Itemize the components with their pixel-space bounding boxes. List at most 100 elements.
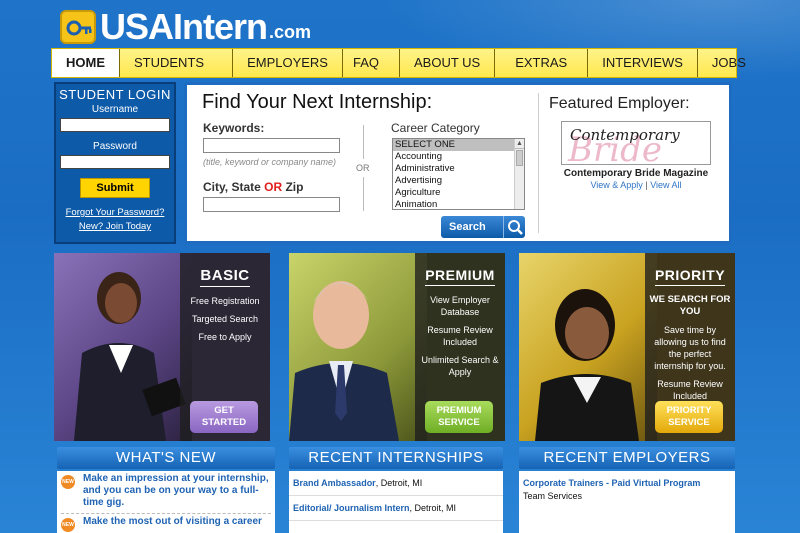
- forgot-password-link[interactable]: Forgot Your Password?: [56, 207, 174, 218]
- username-label: Username: [91, 104, 139, 115]
- new-badge-icon: NEW: [61, 518, 75, 532]
- basic-feature-3: Free to Apply: [198, 332, 252, 342]
- magnifier-icon: [503, 216, 525, 238]
- location-label: City, State OR Zip: [203, 180, 303, 194]
- key-icon: [60, 10, 96, 44]
- join-today-link[interactable]: New? Join Today: [56, 221, 174, 232]
- premium-cta-line1: PREMIUM: [436, 405, 482, 416]
- premium-plan-title: PREMIUM: [425, 267, 495, 286]
- priority-feature-2: Resume Review Included: [657, 379, 723, 401]
- internship-title[interactable]: Brand Ambassador: [293, 478, 376, 488]
- priority-service-button[interactable]: PRIORITY SERVICE: [655, 401, 723, 433]
- news-item[interactable]: NEW Make the most out of visiting a care…: [57, 516, 275, 532]
- category-scrollbar[interactable]: ▲: [514, 139, 524, 209]
- nav-extras[interactable]: EXTRAS: [495, 49, 589, 77]
- recent-internships-header: RECENT INTERNSHIPS: [289, 447, 503, 469]
- nav-students[interactable]: STUDENTS: [120, 49, 234, 77]
- whats-new-header: WHAT'S NEW: [57, 447, 275, 469]
- login-submit-button[interactable]: Submit: [80, 178, 150, 198]
- career-category-label: Career Category: [391, 121, 480, 135]
- keywords-label: Keywords:: [203, 121, 265, 135]
- get-started-line1: GET: [214, 405, 234, 416]
- featured-employer-name: Contemporary Bride Magazine: [563, 168, 709, 179]
- student-login-panel: STUDENT LOGIN Username Password Submit F…: [54, 82, 176, 244]
- view-all-link[interactable]: View All: [650, 180, 681, 190]
- or-divider-bottom: [363, 177, 364, 211]
- priority-subtitle: WE SEARCH FOR YOU: [649, 294, 731, 317]
- nav-faq[interactable]: FAQ: [343, 49, 400, 77]
- priority-cta-line1: PRIORITY: [666, 405, 712, 416]
- premium-feature-3: Unlimited Search & Apply: [421, 355, 499, 377]
- keywords-hint: (title, keyword or company name): [203, 157, 337, 167]
- nav-jobs[interactable]: JOBS: [698, 49, 760, 77]
- category-option[interactable]: Administrative: [393, 163, 514, 175]
- news-item-text: Make the most out of visiting a career: [83, 516, 262, 527]
- internship-row[interactable]: Brand Ambassador, Detroit, MI: [289, 471, 503, 496]
- premium-plan-photo: [289, 253, 427, 441]
- basic-feature-1: Free Registration: [190, 296, 260, 306]
- priority-cta-line2: SERVICE: [668, 417, 710, 428]
- basic-plan-title: BASIC: [200, 267, 250, 287]
- internship-search-panel: Find Your Next Internship: Keywords: (ti…: [184, 82, 732, 244]
- search-button-label: Search: [449, 221, 486, 233]
- category-option[interactable]: SELECT ONE: [393, 139, 514, 151]
- get-started-button[interactable]: GET STARTED: [190, 401, 258, 433]
- recent-employers-list: Corporate Trainers - Paid Virtual Progra…: [519, 471, 735, 533]
- internship-title[interactable]: Editorial/ Journalism Intern: [293, 503, 410, 513]
- main-nav: HOME STUDENTS EMPLOYERS FAQ ABOUT US EXT…: [51, 48, 746, 78]
- new-badge-icon: NEW: [61, 475, 75, 489]
- whats-new-list: NEW Make an impression at your internshi…: [57, 471, 275, 533]
- premium-service-button[interactable]: PREMIUM SERVICE: [425, 401, 493, 433]
- internship-location: , Detroit, MI: [409, 503, 457, 513]
- get-started-line2: STARTED: [201, 417, 247, 428]
- premium-cta-line2: SERVICE: [438, 417, 480, 428]
- nav-employers[interactable]: EMPLOYERS: [233, 49, 343, 77]
- username-field[interactable]: [60, 118, 170, 132]
- priority-plan-photo: [519, 253, 657, 441]
- employer-subtitle: Team Services: [523, 491, 583, 501]
- location-input[interactable]: [203, 197, 340, 212]
- category-option[interactable]: Accounting: [393, 151, 514, 163]
- view-apply-link[interactable]: View & Apply: [590, 180, 642, 190]
- password-field[interactable]: [60, 155, 170, 169]
- search-button[interactable]: Search: [441, 216, 525, 238]
- category-option[interactable]: Advertising: [393, 175, 514, 187]
- category-option[interactable]: Agriculture: [393, 187, 514, 199]
- logo-suffix: .com: [269, 21, 312, 42]
- career-category-list[interactable]: SELECT ONE Accounting Administrative Adv…: [392, 138, 525, 210]
- basic-plan-card[interactable]: BASIC Free Registration Targeted Search …: [54, 253, 270, 441]
- category-option[interactable]: Animation: [393, 199, 514, 209]
- search-title: Find Your Next Internship:: [202, 91, 433, 113]
- featured-logo-top: Contemporary: [570, 126, 680, 144]
- recent-internships-list: Brand Ambassador, Detroit, MI Editorial/…: [289, 471, 503, 533]
- news-item-text: Make an impression at your internship, a…: [83, 473, 269, 508]
- internship-row[interactable]: Editorial/ Journalism Intern, Detroit, M…: [289, 496, 503, 521]
- priority-plan-panel: PRIORITY WE SEARCH FOR YOU Save time by …: [645, 253, 735, 441]
- basic-plan-photo: [54, 253, 192, 441]
- link-separator: |: [645, 180, 648, 190]
- news-divider: [61, 513, 271, 514]
- nav-home[interactable]: HOME: [52, 49, 120, 77]
- nav-about-us[interactable]: ABOUT US: [400, 49, 496, 77]
- featured-divider: [538, 93, 539, 233]
- priority-plan-card[interactable]: PRIORITY WE SEARCH FOR YOU Save time by …: [519, 253, 735, 441]
- employer-row[interactable]: Corporate Trainers - Paid Virtual Progra…: [519, 471, 735, 503]
- basic-feature-2: Targeted Search: [191, 314, 259, 324]
- location-label-or: OR: [264, 180, 283, 194]
- keywords-input[interactable]: [203, 138, 340, 153]
- location-label-suffix: Zip: [282, 180, 304, 194]
- premium-feature-2: Resume Review Included: [427, 325, 493, 347]
- nav-interviews[interactable]: INTERVIEWS: [588, 49, 698, 77]
- logo-wordmark: USAIntern: [100, 6, 268, 47]
- site-logo[interactable]: USAIntern .com: [60, 8, 311, 46]
- priority-feature-1: Save time by allowing us to find the per…: [654, 325, 726, 371]
- scroll-thumb[interactable]: [516, 150, 523, 166]
- recent-employers-header: RECENT EMPLOYERS: [519, 447, 735, 469]
- or-divider-top: [363, 125, 364, 159]
- internship-location: , Detroit, MI: [375, 478, 423, 488]
- news-item[interactable]: NEW Make an impression at your internshi…: [57, 473, 275, 509]
- employer-title[interactable]: Corporate Trainers - Paid Virtual Progra…: [523, 477, 731, 490]
- scroll-up-icon[interactable]: ▲: [515, 139, 524, 149]
- premium-plan-card[interactable]: PREMIUM View Employer Database Resume Re…: [289, 253, 505, 441]
- featured-employer-logo[interactable]: Bride Contemporary: [561, 121, 711, 170]
